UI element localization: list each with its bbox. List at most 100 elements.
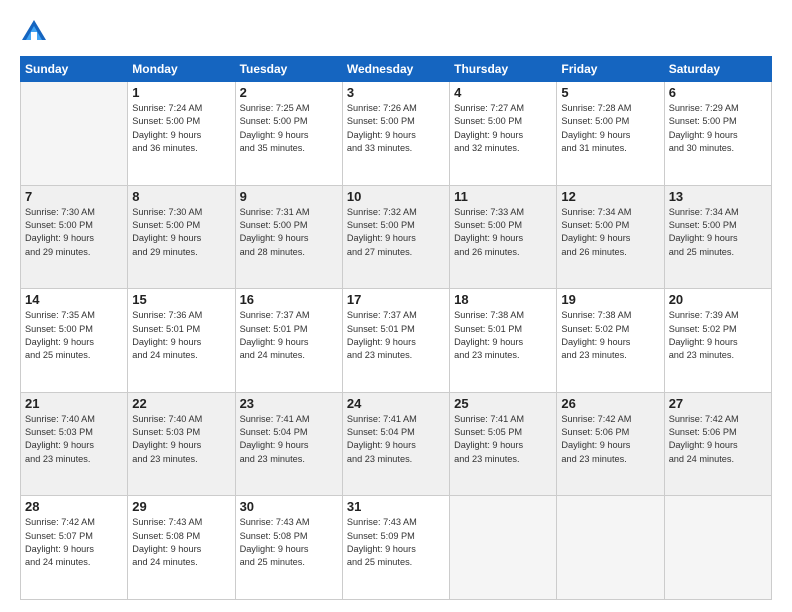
day-info: Sunrise: 7:39 AMSunset: 5:02 PMDaylight:… [669, 309, 767, 362]
calendar-cell: 24 Sunrise: 7:41 AMSunset: 5:04 PMDayligh… [342, 392, 449, 496]
calendar-cell: 13 Sunrise: 7:34 AMSunset: 5:00 PMDayligh… [664, 185, 771, 289]
day-number: 5 [561, 85, 659, 100]
day-number: 29 [132, 499, 230, 514]
calendar-cell: 15 Sunrise: 7:36 AMSunset: 5:01 PMDayligh… [128, 289, 235, 393]
day-info: Sunrise: 7:30 AMSunset: 5:00 PMDaylight:… [132, 206, 230, 259]
calendar-cell: 8Sunrise: 7:30 AMSunset: 5:00 PMDaylight… [128, 185, 235, 289]
calendar-cell: 11Sunrise: 7:33 AMSunset: 5:00 PMDayligh… [450, 185, 557, 289]
day-info: Sunrise: 7:41 AMSunset: 5:04 PMDaylight:… [347, 413, 445, 466]
calendar-cell: 23 Sunrise: 7:41 AMSunset: 5:04 PMDayligh… [235, 392, 342, 496]
day-info: Sunrise: 7:43 AMSunset: 5:08 PMDaylight:… [240, 516, 338, 569]
day-info: Sunrise: 7:38 AMSunset: 5:02 PMDaylight:… [561, 309, 659, 362]
day-number: 14 [25, 292, 123, 307]
calendar-cell [21, 82, 128, 186]
day-number: 18 [454, 292, 552, 307]
day-number: 25 [454, 396, 552, 411]
day-number: 20 [669, 292, 767, 307]
day-info: Sunrise: 7:42 AMSunset: 5:06 PMDaylight:… [669, 413, 767, 466]
col-header-sunday: Sunday [21, 57, 128, 82]
day-number: 28 [25, 499, 123, 514]
day-info: Sunrise: 7:43 AMSunset: 5:09 PMDaylight:… [347, 516, 445, 569]
col-header-monday: Monday [128, 57, 235, 82]
day-info: Sunrise: 7:24 AMSunset: 5:00 PMDaylight:… [132, 102, 230, 155]
day-number: 19 [561, 292, 659, 307]
calendar-table: SundayMondayTuesdayWednesdayThursdayFrid… [20, 56, 772, 600]
day-number: 15 [132, 292, 230, 307]
day-info: Sunrise: 7:40 AMSunset: 5:03 PMDaylight:… [132, 413, 230, 466]
day-info: Sunrise: 7:29 AMSunset: 5:00 PMDaylight:… [669, 102, 767, 155]
calendar-cell: 22Sunrise: 7:40 AMSunset: 5:03 PMDayligh… [128, 392, 235, 496]
calendar-week-row: 7 Sunrise: 7:30 AMSunset: 5:00 PMDaylight… [21, 185, 772, 289]
calendar-cell: 16 Sunrise: 7:37 AMSunset: 5:01 PMDayligh… [235, 289, 342, 393]
day-number: 6 [669, 85, 767, 100]
logo [20, 18, 52, 46]
calendar-cell: 3Sunrise: 7:26 AMSunset: 5:00 PMDaylight… [342, 82, 449, 186]
calendar-cell: 1 Sunrise: 7:24 AMSunset: 5:00 PMDaylight… [128, 82, 235, 186]
day-info: Sunrise: 7:34 AMSunset: 5:00 PMDaylight:… [561, 206, 659, 259]
day-number: 16 [240, 292, 338, 307]
day-info: Sunrise: 7:41 AMSunset: 5:04 PMDaylight:… [240, 413, 338, 466]
calendar-cell: 29Sunrise: 7:43 AMSunset: 5:08 PMDayligh… [128, 496, 235, 600]
calendar-cell: 27 Sunrise: 7:42 AMSunset: 5:06 PMDayligh… [664, 392, 771, 496]
day-info: Sunrise: 7:32 AMSunset: 5:00 PMDaylight:… [347, 206, 445, 259]
calendar-cell: 31 Sunrise: 7:43 AMSunset: 5:09 PMDayligh… [342, 496, 449, 600]
day-info: Sunrise: 7:38 AMSunset: 5:01 PMDaylight:… [454, 309, 552, 362]
calendar-week-row: 1 Sunrise: 7:24 AMSunset: 5:00 PMDaylight… [21, 82, 772, 186]
day-number: 12 [561, 189, 659, 204]
day-info: Sunrise: 7:25 AMSunset: 5:00 PMDaylight:… [240, 102, 338, 155]
col-header-saturday: Saturday [664, 57, 771, 82]
calendar-cell: 10Sunrise: 7:32 AMSunset: 5:00 PMDayligh… [342, 185, 449, 289]
day-number: 9 [240, 189, 338, 204]
col-header-tuesday: Tuesday [235, 57, 342, 82]
day-info: Sunrise: 7:42 AMSunset: 5:06 PMDaylight:… [561, 413, 659, 466]
day-number: 13 [669, 189, 767, 204]
calendar-cell: 14 Sunrise: 7:35 AMSunset: 5:00 PMDayligh… [21, 289, 128, 393]
day-number: 24 [347, 396, 445, 411]
calendar-cell: 2 Sunrise: 7:25 AMSunset: 5:00 PMDaylight… [235, 82, 342, 186]
day-number: 2 [240, 85, 338, 100]
calendar-cell: 18 Sunrise: 7:38 AMSunset: 5:01 PMDayligh… [450, 289, 557, 393]
day-number: 4 [454, 85, 552, 100]
calendar-cell [664, 496, 771, 600]
calendar-cell: 20 Sunrise: 7:39 AMSunset: 5:02 PMDayligh… [664, 289, 771, 393]
calendar-week-row: 21 Sunrise: 7:40 AMSunset: 5:03 PMDayligh… [21, 392, 772, 496]
calendar-cell: 25 Sunrise: 7:41 AMSunset: 5:05 PMDayligh… [450, 392, 557, 496]
calendar-cell: 21 Sunrise: 7:40 AMSunset: 5:03 PMDayligh… [21, 392, 128, 496]
calendar-cell: 19 Sunrise: 7:38 AMSunset: 5:02 PMDayligh… [557, 289, 664, 393]
col-header-thursday: Thursday [450, 57, 557, 82]
day-info: Sunrise: 7:41 AMSunset: 5:05 PMDaylight:… [454, 413, 552, 466]
calendar-cell: 17Sunrise: 7:37 AMSunset: 5:01 PMDayligh… [342, 289, 449, 393]
calendar-cell: 9 Sunrise: 7:31 AMSunset: 5:00 PMDaylight… [235, 185, 342, 289]
calendar-cell: 28 Sunrise: 7:42 AMSunset: 5:07 PMDayligh… [21, 496, 128, 600]
day-number: 23 [240, 396, 338, 411]
calendar-header-row: SundayMondayTuesdayWednesdayThursdayFrid… [21, 57, 772, 82]
day-info: Sunrise: 7:31 AMSunset: 5:00 PMDaylight:… [240, 206, 338, 259]
day-number: 11 [454, 189, 552, 204]
day-info: Sunrise: 7:42 AMSunset: 5:07 PMDaylight:… [25, 516, 123, 569]
day-info: Sunrise: 7:28 AMSunset: 5:00 PMDaylight:… [561, 102, 659, 155]
day-info: Sunrise: 7:40 AMSunset: 5:03 PMDaylight:… [25, 413, 123, 466]
day-info: Sunrise: 7:35 AMSunset: 5:00 PMDaylight:… [25, 309, 123, 362]
day-info: Sunrise: 7:37 AMSunset: 5:01 PMDaylight:… [240, 309, 338, 362]
day-number: 31 [347, 499, 445, 514]
calendar-cell [557, 496, 664, 600]
day-number: 1 [132, 85, 230, 100]
calendar-cell: 5 Sunrise: 7:28 AMSunset: 5:00 PMDaylight… [557, 82, 664, 186]
day-info: Sunrise: 7:30 AMSunset: 5:00 PMDaylight:… [25, 206, 123, 259]
day-number: 7 [25, 189, 123, 204]
calendar-cell: 30Sunrise: 7:43 AMSunset: 5:08 PMDayligh… [235, 496, 342, 600]
calendar-cell: 7 Sunrise: 7:30 AMSunset: 5:00 PMDaylight… [21, 185, 128, 289]
col-header-wednesday: Wednesday [342, 57, 449, 82]
calendar-cell: 12 Sunrise: 7:34 AMSunset: 5:00 PMDayligh… [557, 185, 664, 289]
day-info: Sunrise: 7:26 AMSunset: 5:00 PMDaylight:… [347, 102, 445, 155]
day-number: 27 [669, 396, 767, 411]
day-number: 21 [25, 396, 123, 411]
day-info: Sunrise: 7:34 AMSunset: 5:00 PMDaylight:… [669, 206, 767, 259]
day-number: 26 [561, 396, 659, 411]
day-info: Sunrise: 7:27 AMSunset: 5:00 PMDaylight:… [454, 102, 552, 155]
calendar-week-row: 14 Sunrise: 7:35 AMSunset: 5:00 PMDayligh… [21, 289, 772, 393]
day-info: Sunrise: 7:36 AMSunset: 5:01 PMDaylight:… [132, 309, 230, 362]
calendar-cell: 6 Sunrise: 7:29 AMSunset: 5:00 PMDaylight… [664, 82, 771, 186]
header [20, 18, 772, 46]
calendar-cell: 4 Sunrise: 7:27 AMSunset: 5:00 PMDaylight… [450, 82, 557, 186]
